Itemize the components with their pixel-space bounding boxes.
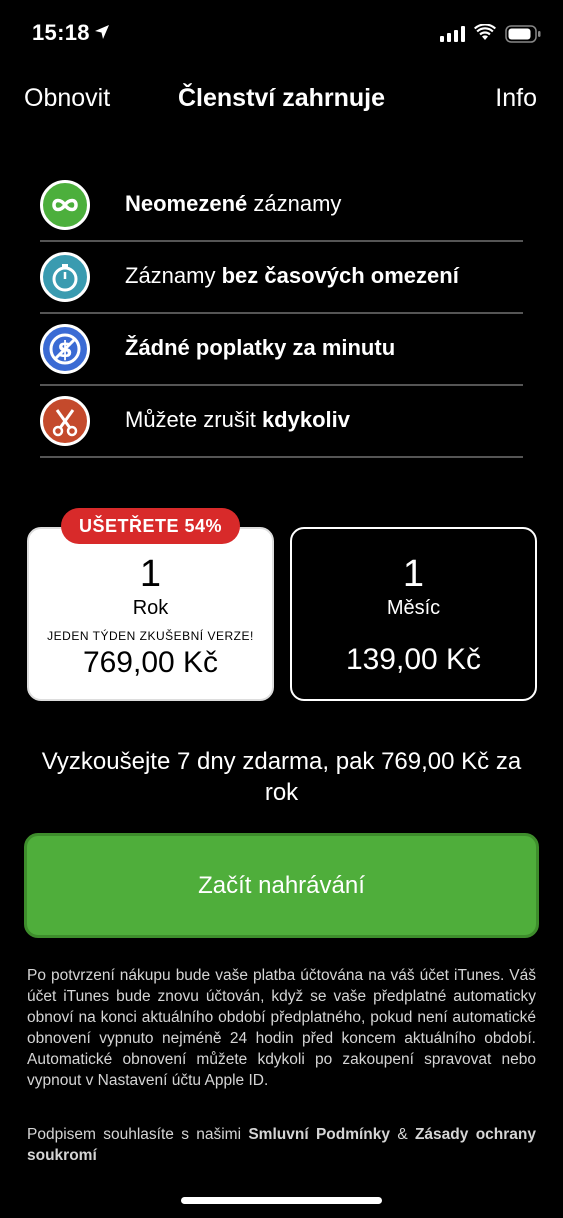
terms-link[interactable]: Smluvní Podmínky xyxy=(248,1126,390,1143)
plan-duration-number: 1 xyxy=(139,553,162,595)
plan-price: 769,00 Kč xyxy=(82,646,219,679)
status-time: 15:18 xyxy=(32,20,90,45)
plan-trial-label: JEDEN TÝDEN ZKUŠEBNÍ VERZE! xyxy=(47,629,254,643)
cellular-signal-icon xyxy=(440,26,465,42)
feature-label: Můžete zrušit kdykoliv xyxy=(125,407,350,432)
info-button[interactable]: Info xyxy=(495,84,537,113)
plan-duration-number: 1 xyxy=(402,553,425,595)
stopwatch-icon xyxy=(40,252,90,302)
feature-item-no-time-limit: Záznamy bez časových omezení xyxy=(40,242,523,314)
terms-consent-text: Podpisem souhlasíte s našimi Smluvní Pod… xyxy=(27,1126,536,1164)
nav-bar: Obnovit Členství zahrnuje Info xyxy=(0,80,563,120)
plan-yearly-option[interactable]: 1 Rok JEDEN TÝDEN ZKUŠEBNÍ VERZE! 769,00… xyxy=(27,527,274,701)
scissors-icon xyxy=(40,396,90,446)
svg-text:$: $ xyxy=(57,338,72,363)
plan-monthly-option[interactable]: 1 Měsíc 139,00 Kč xyxy=(290,527,537,701)
restore-button[interactable]: Obnovit xyxy=(24,84,110,113)
legal-text: Po potvrzení nákupu bude vaše platba účt… xyxy=(27,967,536,1089)
feature-label: Žádné poplatky za minutu xyxy=(125,335,396,360)
plan-duration-unit: Měsíc xyxy=(386,597,441,619)
feature-label: Neomezené záznamy xyxy=(125,191,342,216)
features-list: Neomezené záznamy Záznamy bez časových o… xyxy=(40,170,523,458)
plan-duration-unit: Rok xyxy=(132,597,169,619)
savings-badge: UŠETŘETE 54% xyxy=(61,508,240,544)
wifi-icon xyxy=(474,24,496,40)
feature-item-unlimited: Neomezené záznamy xyxy=(40,170,523,242)
location-arrow-icon xyxy=(95,25,109,39)
battery-icon xyxy=(505,25,541,43)
feature-item-cancel-anytime: Můžete zrušit kdykoliv xyxy=(40,386,523,458)
status-bar: 15:18 xyxy=(0,0,563,70)
home-indicator xyxy=(181,1197,382,1204)
offer-summary: Vyzkoušejte 7 dny zdarma, pak 769,00 Kč … xyxy=(41,748,522,806)
infinity-icon xyxy=(40,180,90,230)
no-dollar-icon: $ xyxy=(40,324,90,374)
start-recording-button[interactable]: Začít nahrávání xyxy=(24,833,539,938)
feature-label: Záznamy bez časových omezení xyxy=(125,263,459,288)
feature-item-no-fees: $ Žádné poplatky za minutu xyxy=(40,314,523,386)
plan-price: 139,00 Kč xyxy=(345,643,482,676)
